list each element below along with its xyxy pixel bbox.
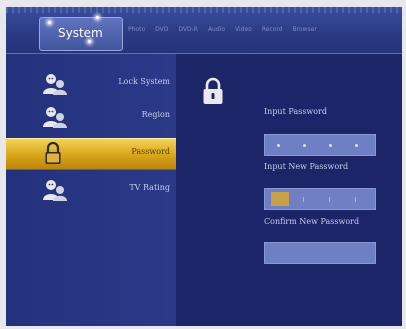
lock-icon — [45, 141, 61, 164]
menu-item-label: Password — [131, 147, 170, 156]
sparkle-icon — [88, 40, 91, 43]
menu-item-label: Lock System — [118, 77, 170, 86]
user-icon — [43, 74, 67, 95]
digit-separator — [329, 197, 330, 202]
password-panel: Input Password Input New Password Confir… — [176, 54, 402, 326]
user-icon — [43, 180, 67, 201]
input-cursor — [271, 192, 289, 206]
menu-item-label: Region — [141, 110, 170, 119]
tab-browser[interactable]: Browser — [293, 26, 317, 33]
tab-dvd[interactable]: DVD — [155, 26, 168, 33]
confirm-new-password-label: Confirm New Password — [264, 217, 360, 226]
lock-icon — [203, 77, 223, 104]
input-password-label: Input Password — [264, 107, 327, 116]
input-new-password-label: Input New Password — [264, 162, 349, 171]
tab-system-label: System — [58, 26, 103, 40]
menu-item-password[interactable]: Password — [6, 138, 176, 170]
tab-record[interactable]: Record — [262, 26, 283, 33]
tab-video[interactable]: Video — [235, 26, 252, 33]
digit-placeholder — [277, 144, 280, 147]
tab-dvd-r[interactable]: DVD-R — [178, 26, 198, 33]
tab-photo[interactable]: Photo — [128, 26, 145, 33]
confirm-new-password-field[interactable] — [264, 242, 376, 264]
digit-separator — [355, 197, 356, 202]
input-new-password-field[interactable] — [264, 188, 376, 210]
menu-item-region[interactable]: Region — [6, 102, 176, 132]
tab-system[interactable]: System — [39, 16, 123, 51]
sparkle-icon — [48, 21, 51, 24]
menu-item-tv-rating[interactable]: TV Rating — [6, 175, 176, 205]
digit-placeholder — [303, 144, 306, 147]
digit-placeholder — [329, 144, 332, 147]
top-decoration — [6, 7, 402, 13]
input-password-field[interactable] — [264, 134, 376, 156]
digit-separator — [303, 197, 304, 202]
user-icon — [43, 107, 67, 128]
tab-strip: Photo DVD DVD-R Audio Video Record Brows… — [128, 26, 317, 33]
digit-placeholder — [355, 144, 358, 147]
sparkle-icon — [96, 16, 99, 19]
top-menu-bar: System Photo DVD DVD-R Audio Video Recor… — [6, 7, 402, 54]
menu-item-label: TV Rating — [129, 183, 170, 192]
screen: System Photo DVD DVD-R Audio Video Recor… — [6, 7, 402, 326]
settings-menu: Lock System Region Password TV Rating — [6, 54, 176, 326]
menu-item-lock-system[interactable]: Lock System — [6, 69, 176, 99]
tab-audio[interactable]: Audio — [208, 26, 225, 33]
